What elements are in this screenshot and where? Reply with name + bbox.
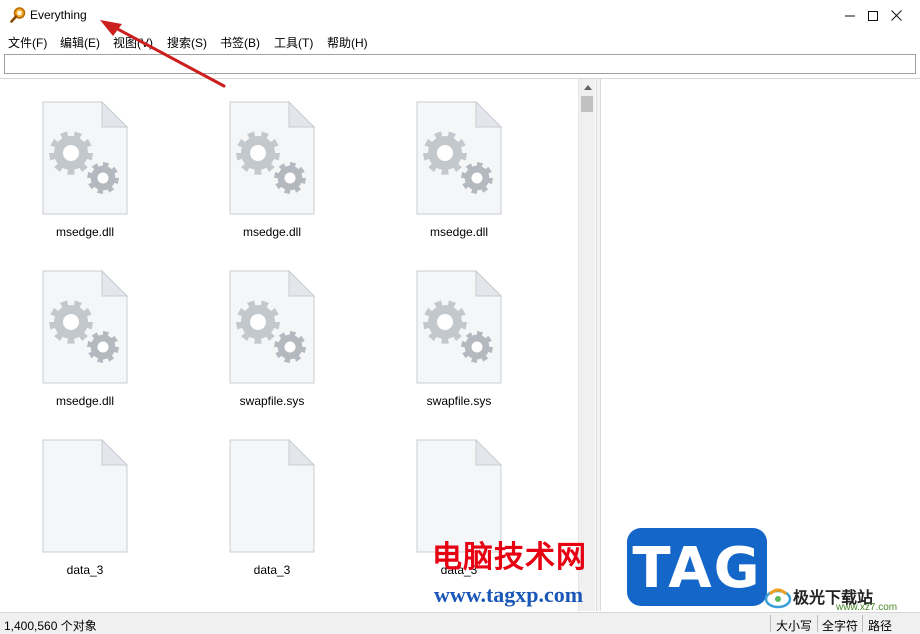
result-file-name: msedge.dll [55, 225, 115, 239]
result-file-name: msedge.dll [242, 225, 302, 239]
result-file-name: msedge.dll [429, 225, 489, 239]
status-bar: 1,400,560 个对象 大小写 全字符 路径 [0, 612, 920, 634]
status-divider [862, 615, 863, 632]
menu-edit[interactable]: 编辑(E) [60, 34, 100, 51]
search-box[interactable] [4, 54, 916, 74]
menu-bookmarks[interactable]: 书签(B) [220, 34, 260, 51]
blank-file-icon [42, 439, 128, 553]
result-tile[interactable]: data_3 [197, 417, 347, 577]
close-icon [890, 10, 902, 21]
result-tile[interactable]: msedge.dll [384, 79, 534, 239]
result-tile[interactable]: swapfile.sys [384, 248, 534, 408]
scroll-thumb[interactable] [581, 96, 593, 112]
match-case-indicator[interactable]: 大小写 [776, 617, 812, 634]
menu-tools[interactable]: 工具(T) [274, 34, 313, 51]
result-tile[interactable]: data_3 [10, 417, 160, 577]
watermark-site-url: www.tagxp.com [434, 582, 584, 607]
sys-gear-file-icon [416, 270, 502, 384]
search-input[interactable] [5, 55, 915, 73]
result-tile[interactable]: swapfile.sys [197, 248, 347, 408]
result-file-name: swapfile.sys [426, 394, 492, 408]
close-button[interactable] [873, 0, 919, 31]
watermark-site-cn: 电脑技术网 [432, 540, 587, 575]
menu-bar: 文件(F) 编辑(E) 视图(V) 搜索(S) 书签(B) 工具(T) 帮助(H… [0, 31, 920, 51]
title-bar: Everything [0, 0, 920, 31]
dll-gear-file-icon [42, 101, 128, 215]
menu-file[interactable]: 文件(F) [8, 34, 47, 51]
result-file-name: data_3 [253, 563, 291, 577]
sys-gear-file-icon [229, 270, 315, 384]
dll-gear-file-icon [42, 270, 128, 384]
dll-gear-file-icon [416, 101, 502, 215]
menu-search[interactable]: 搜索(S) [167, 34, 207, 51]
blank-file-icon [229, 439, 315, 553]
window-title: Everything [30, 8, 87, 22]
menu-view[interactable]: 视图(V) [113, 34, 153, 51]
result-file-name: data_3 [66, 563, 104, 577]
scroll-up-button[interactable] [579, 79, 596, 95]
chevron-up-icon [583, 84, 592, 90]
watermark-tag-text: TAG [632, 536, 762, 601]
magnifier-app-icon [10, 7, 26, 23]
result-tile[interactable]: msedge.dll [10, 79, 160, 239]
result-file-name: msedge.dll [55, 394, 115, 408]
status-divider [770, 615, 771, 632]
watermark-tag-logo: TAG [627, 528, 767, 606]
result-tile[interactable]: msedge.dll [197, 79, 347, 239]
main-content: msedge.dll msedge.dll msedge.dll msedge.dll… [0, 78, 920, 611]
dll-gear-file-icon [229, 101, 315, 215]
whole-word-indicator[interactable]: 全字符 [822, 617, 858, 634]
watermark-jg-url: www.xz7.com [836, 602, 898, 613]
aurora-logo-icon [764, 588, 792, 609]
result-tile[interactable]: msedge.dll [10, 248, 160, 408]
object-count: 1,400,560 个对象 [4, 619, 97, 633]
path-indicator[interactable]: 路径 [868, 617, 892, 634]
result-file-name: swapfile.sys [239, 394, 305, 408]
menu-help[interactable]: 帮助(H) [327, 34, 368, 51]
status-divider [817, 615, 818, 632]
